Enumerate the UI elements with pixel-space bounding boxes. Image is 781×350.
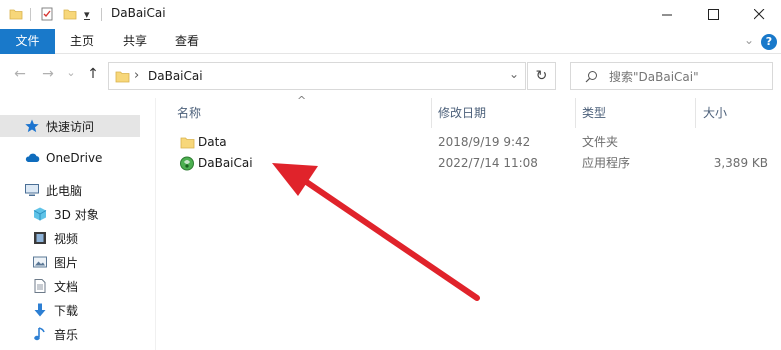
file-type: 文件夹 (582, 135, 619, 149)
recent-locations-button[interactable]: ⌄ (64, 66, 78, 86)
file-size (705, 131, 768, 153)
help-button[interactable]: ? (761, 34, 777, 50)
window-title: DaBaiCai (111, 6, 166, 20)
nav-item-videos[interactable]: 视频 (0, 227, 140, 249)
picture-icon (33, 256, 47, 268)
nav-item-3d-objects[interactable]: 3D 对象 (0, 203, 140, 225)
nav-item-label: 快速访问 (46, 119, 95, 134)
search-icon (585, 71, 597, 83)
sort-ascending-icon: ^ (297, 94, 307, 107)
new-folder-icon[interactable] (63, 7, 77, 21)
nav-item-this-pc[interactable]: 此电脑 (0, 179, 140, 201)
file-row[interactable]: Data 2018/9/19 9:42 文件夹 (177, 131, 777, 153)
toolbar-separator (101, 8, 102, 21)
column-header-type[interactable]: 类型 (582, 98, 692, 128)
properties-icon[interactable] (40, 7, 54, 21)
nav-item-pictures[interactable]: 图片 (0, 251, 140, 273)
folder-icon (180, 137, 195, 149)
chevron-down-icon: ▾ (84, 7, 90, 21)
folder-icon (9, 9, 23, 20)
file-name: DaBaiCai (198, 156, 253, 170)
music-icon (34, 327, 45, 341)
file-modified: 2022/7/14 11:08 (438, 156, 538, 170)
title-bar: ▾ DaBaiCai (0, 0, 781, 29)
column-separator[interactable] (575, 98, 576, 128)
file-name: Data (198, 135, 227, 149)
nav-item-label: 文档 (54, 279, 79, 294)
ribbon: 文件 主页 共享 查看 ⌄ ? (0, 29, 781, 54)
minimize-button[interactable] (644, 0, 690, 29)
column-header-modified[interactable]: 修改日期 (438, 98, 573, 128)
back-button[interactable]: ← (10, 66, 30, 86)
toolbar-separator (30, 8, 31, 21)
nav-item-onedrive[interactable]: OneDrive (0, 147, 140, 169)
nav-item-label: 图片 (54, 255, 79, 270)
forward-button[interactable]: → (38, 66, 58, 86)
maximize-icon (707, 9, 719, 20)
tab-file[interactable]: 文件 (0, 29, 55, 54)
nav-item-label: 音乐 (54, 327, 79, 342)
nav-item-label: 此电脑 (46, 183, 83, 198)
address-dropdown-icon[interactable]: ⌄ (509, 67, 519, 81)
nav-item-downloads[interactable]: 下载 (0, 299, 140, 321)
video-icon (34, 232, 46, 244)
search-input[interactable] (609, 68, 767, 85)
close-icon (753, 9, 764, 20)
tab-view[interactable]: 查看 (161, 29, 213, 54)
cube-icon (33, 207, 47, 221)
column-separator[interactable] (431, 98, 432, 128)
file-row[interactable]: DaBaiCai 2022/7/14 11:08 应用程序 3,389 KB (177, 152, 777, 174)
file-size: 3,389 KB (713, 156, 768, 170)
nav-item-quick-access[interactable]: 快速访问 (0, 115, 140, 137)
star-icon (25, 119, 39, 133)
up-button[interactable]: ↑ (84, 66, 102, 86)
column-separator[interactable] (695, 98, 696, 128)
quick-access-dropdown[interactable]: ▾ (84, 0, 90, 29)
refresh-button[interactable]: ↻ (527, 62, 556, 90)
navigation-pane: 快速访问 OneDrive 此电脑 3D 对象 视频 图片 文档 下载 音乐 (0, 98, 156, 350)
document-icon (34, 279, 46, 293)
cloud-icon (25, 153, 40, 162)
minimize-icon (661, 14, 672, 16)
download-icon (34, 303, 46, 317)
search-box[interactable] (570, 62, 773, 90)
nav-item-music[interactable]: 音乐 (0, 323, 140, 345)
tab-home[interactable]: 主页 (55, 29, 109, 54)
ribbon-expand-icon[interactable]: ⌄ (744, 33, 754, 47)
file-type: 应用程序 (582, 156, 631, 170)
column-header-size[interactable]: 大小 (703, 98, 773, 128)
close-button[interactable] (736, 0, 781, 29)
maximize-button[interactable] (690, 0, 736, 29)
nav-item-label: 视频 (54, 231, 79, 246)
nav-item-documents[interactable]: 文档 (0, 275, 140, 297)
folder-icon (115, 71, 130, 83)
nav-item-label: 3D 对象 (54, 207, 99, 222)
nav-item-label: OneDrive (46, 151, 103, 165)
file-list: 名称 ^ 修改日期 类型 大小 Data 2018/9/19 9:42 文件夹 … (157, 94, 781, 350)
breadcrumb-current[interactable]: DaBaiCai (148, 69, 203, 83)
nav-item-label: 下载 (54, 303, 79, 318)
breadcrumb-separator: › (134, 68, 140, 83)
tab-share[interactable]: 共享 (109, 29, 161, 54)
address-bar[interactable]: › DaBaiCai ⌄ (108, 62, 526, 90)
computer-icon (25, 184, 39, 196)
file-modified: 2018/9/19 9:42 (438, 135, 531, 149)
app-icon (180, 156, 194, 171)
